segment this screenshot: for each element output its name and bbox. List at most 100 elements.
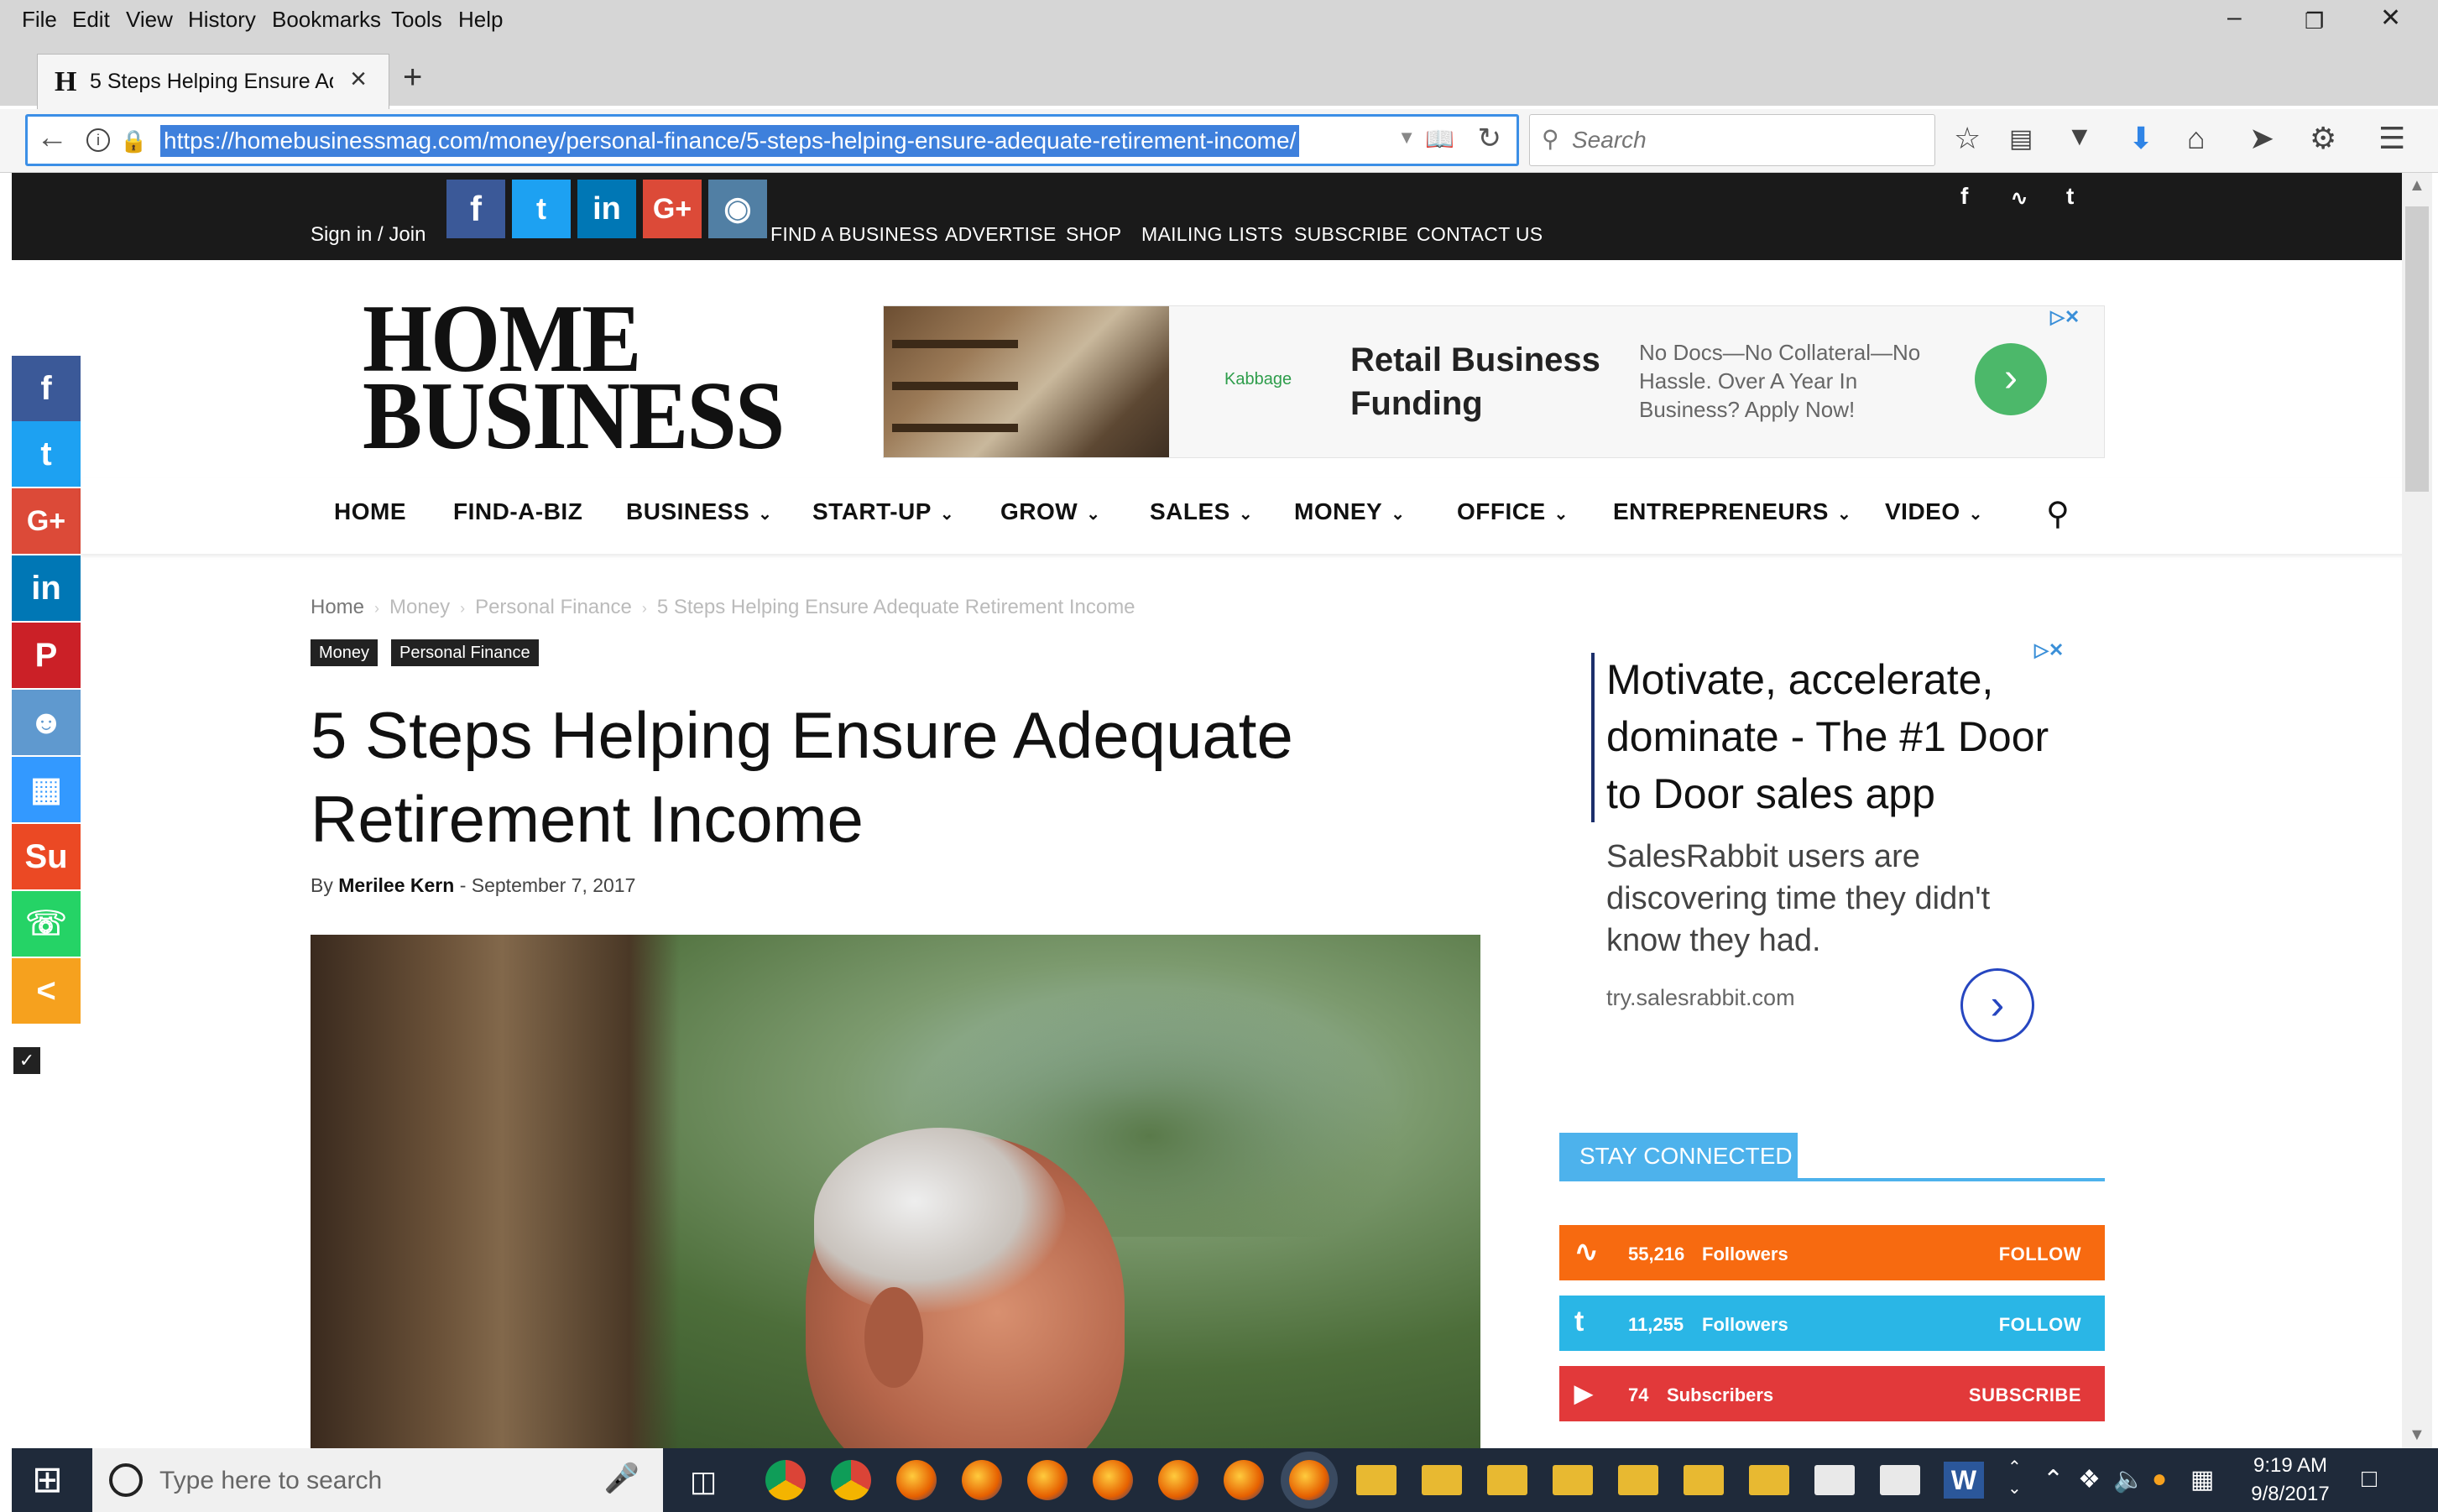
collapse-share-icon[interactable]: ✓ [13, 1047, 40, 1074]
firefox-icon[interactable] [1224, 1460, 1264, 1500]
folder-icon[interactable] [1422, 1465, 1462, 1495]
folder-icon[interactable] [1553, 1465, 1593, 1495]
windows-start-icon[interactable]: ⊞ [32, 1458, 63, 1501]
nav-grow[interactable]: GROW ⌄ [1000, 498, 1100, 525]
folder-icon[interactable] [1618, 1465, 1658, 1495]
page-scrollbar[interactable]: ▲ ▼ [2402, 173, 2432, 1448]
ad-arrow-icon[interactable]: › [1975, 343, 2047, 415]
subscribe-button[interactable]: SUBSCRIBE [1969, 1384, 2081, 1406]
breadcrumb-money[interactable]: Money [389, 596, 450, 618]
google-plus-icon[interactable]: G+ [643, 180, 702, 238]
nav-start-up[interactable]: START-UP ⌄ [812, 498, 954, 525]
sidebar-ad-url[interactable]: try.salesrabbit.com [1606, 985, 1795, 1011]
taskbar-clock[interactable]: 9:19 AM 9/8/2017 [2236, 1452, 2345, 1509]
menu-help[interactable]: Help [458, 7, 503, 33]
author-link[interactable]: Merilee Kern [338, 874, 454, 896]
mail-icon[interactable] [1814, 1465, 1855, 1495]
restore-icon[interactable]: ❐ [2305, 8, 2324, 34]
mail-icon[interactable] [1880, 1465, 1920, 1495]
home-icon[interactable]: ⌂ [2187, 121, 2206, 156]
url-bar[interactable]: ← i 🔒 https://homebusinessmag.com/money/… [25, 114, 1519, 166]
minimize-icon[interactable]: – [2227, 3, 2242, 32]
rss-icon[interactable]: ∿ [2011, 186, 2028, 211]
share-reddit[interactable]: ☻ [12, 690, 81, 755]
top-link-shop[interactable]: SHOP [1066, 223, 1121, 246]
nav-entrepreneurs[interactable]: ENTREPRENEURS ⌄ [1613, 498, 1851, 525]
category-tag-personal-finance[interactable]: Personal Finance [391, 639, 539, 666]
menu-bookmarks[interactable]: Bookmarks [272, 7, 381, 33]
menu-hamburger-icon[interactable]: ☰ [2378, 121, 2405, 156]
scroll-up-icon[interactable]: ▲ [2409, 176, 2425, 196]
new-tab-icon[interactable]: + [403, 59, 422, 96]
follow-button[interactable]: FOLLOW [1999, 1314, 2081, 1336]
volume-icon[interactable]: 🔈 [2113, 1465, 2144, 1494]
breadcrumb-home[interactable]: Home [311, 596, 364, 618]
twitter-icon[interactable]: t [512, 180, 571, 238]
taskbar-scroll-icon[interactable]: ⌃ ⌄ [2007, 1457, 2022, 1499]
nav-money[interactable]: MONEY ⌄ [1294, 498, 1405, 525]
firefox-icon[interactable] [1093, 1460, 1133, 1500]
instagram-icon[interactable]: ◉ [708, 180, 767, 238]
dropbox-icon[interactable]: ❖ [2078, 1465, 2101, 1494]
site-logo[interactable]: HOME BUSINESS [363, 290, 785, 465]
share-more[interactable]: < [12, 958, 81, 1024]
info-icon[interactable]: i [86, 128, 110, 152]
social-counter-twitter[interactable]: t 11,255 Followers FOLLOW [1559, 1296, 2105, 1351]
search-icon[interactable]: ⚲ [2046, 495, 2070, 533]
share-linkedin[interactable]: in [12, 555, 81, 621]
folder-icon[interactable] [1356, 1465, 1396, 1495]
share-stumbleupon[interactable]: Su [12, 824, 81, 889]
nav-find-a-biz[interactable]: FIND-A-BIZ [453, 498, 582, 525]
facebook-icon[interactable]: f [1960, 183, 1968, 210]
menu-edit[interactable]: Edit [72, 7, 110, 33]
notifications-icon[interactable]: □ [2362, 1465, 2377, 1494]
menu-view[interactable]: View [126, 7, 173, 33]
url-dropdown-icon[interactable]: ▼ [1397, 127, 1416, 149]
social-counter-rss[interactable]: ∿ 55,216 Followers FOLLOW [1559, 1225, 2105, 1280]
show-hidden-icons-icon[interactable]: ⌃ [2043, 1465, 2064, 1494]
taskbar-search[interactable]: Type here to search 🎤 [92, 1448, 663, 1512]
back-icon[interactable]: ← [36, 120, 68, 156]
twitter-icon[interactable]: t [2066, 183, 2074, 210]
share-pinterest[interactable]: P [12, 623, 81, 688]
share-facebook[interactable]: f [12, 356, 81, 421]
firefox-icon[interactable] [1027, 1460, 1068, 1500]
network-icon[interactable]: ▦ [2190, 1465, 2214, 1494]
search-bar[interactable]: ⚲ [1529, 114, 1935, 166]
nav-home[interactable]: HOME [334, 498, 406, 525]
scroll-down-icon[interactable]: ▼ [2409, 1426, 2425, 1445]
menu-history[interactable]: History [188, 7, 256, 33]
folder-icon[interactable] [1749, 1465, 1789, 1495]
chrome-icon[interactable] [765, 1460, 806, 1500]
reload-icon[interactable]: ↻ [1478, 122, 1502, 155]
chevron-right-icon[interactable]: › [1960, 968, 2034, 1042]
chrome-icon[interactable] [831, 1460, 871, 1500]
nav-office[interactable]: OFFICE ⌄ [1457, 498, 1569, 525]
bookmarks-library-icon[interactable]: ▤ [2009, 124, 2033, 154]
sidebar-ad-title[interactable]: Motivate, accelerate, dominate - The #1 … [1606, 651, 2076, 822]
facebook-icon[interactable]: f [446, 180, 505, 238]
category-tag-money[interactable]: Money [311, 639, 378, 666]
linkedin-icon[interactable]: in [577, 180, 636, 238]
top-link-find-a-business[interactable]: FIND A BUSINESS [770, 223, 938, 246]
lock-icon[interactable]: 🔒 [120, 128, 147, 154]
browser-tab[interactable]: H 5 Steps Helping Ensure Adec × [37, 54, 389, 109]
top-link-contact-us[interactable]: CONTACT US [1417, 223, 1543, 246]
share-twitter[interactable]: t [12, 421, 81, 487]
nav-business[interactable]: BUSINESS ⌄ [626, 498, 772, 525]
firefox-icon[interactable] [896, 1460, 937, 1500]
folder-icon[interactable] [1684, 1465, 1724, 1495]
word-icon[interactable]: W [1944, 1462, 1984, 1499]
follow-button[interactable]: FOLLOW [1999, 1243, 2081, 1265]
firefox-icon[interactable] [962, 1460, 1002, 1500]
nav-sales[interactable]: SALES ⌄ [1150, 498, 1253, 525]
pocket-icon[interactable]: ▼ [2066, 121, 2093, 152]
url-text[interactable]: https://homebusinessmag.com/money/person… [160, 125, 1300, 157]
banner-ad[interactable]: Kabbage Retail Business Funding No Docs—… [883, 305, 2105, 458]
share-google-plus[interactable]: G+ [12, 488, 81, 554]
top-link-mailing-lists[interactable]: MAILING LISTS [1141, 223, 1283, 246]
firefox-icon[interactable] [1158, 1460, 1198, 1500]
share-whatsapp[interactable]: ☏ [12, 891, 81, 957]
reader-view-icon[interactable]: 📖 [1425, 125, 1454, 153]
share-delicious[interactable]: ▦ [12, 757, 81, 822]
